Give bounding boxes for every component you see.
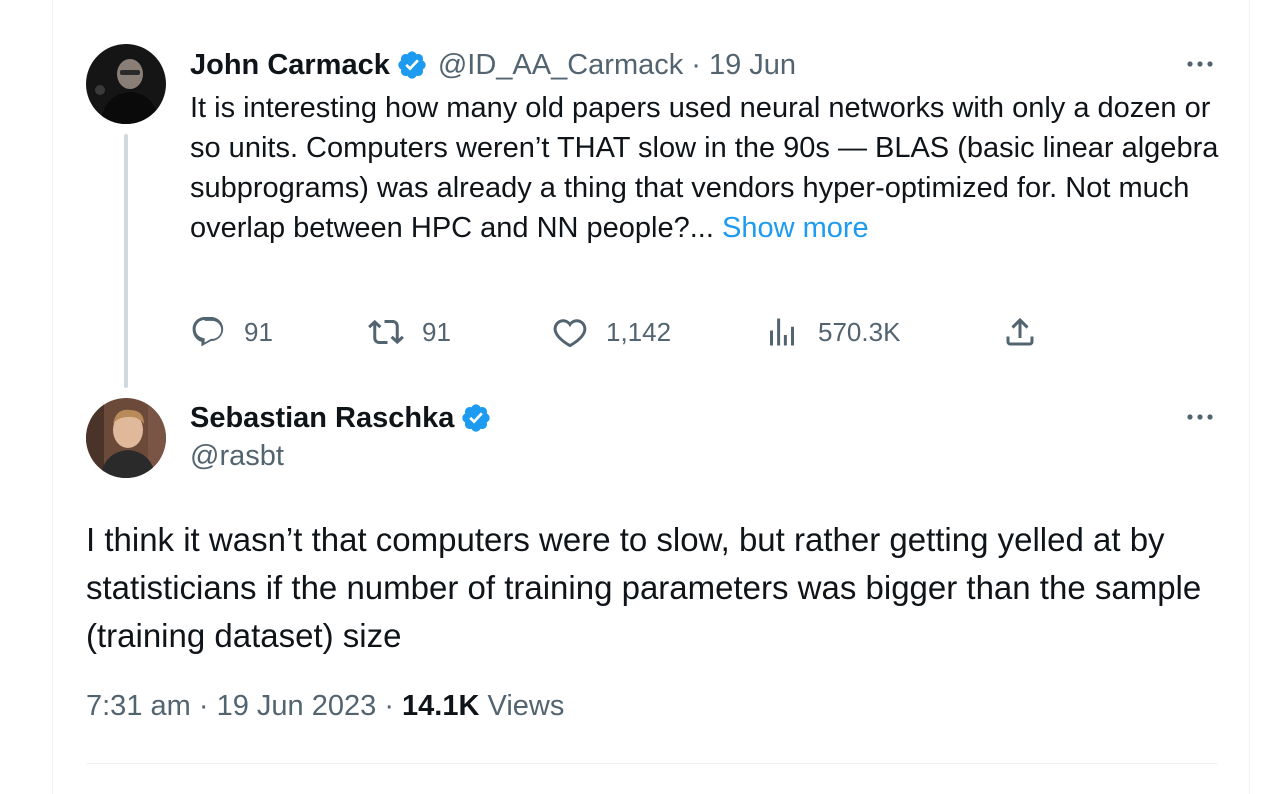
retweet-count: 91: [422, 316, 451, 347]
more-options-icon[interactable]: [1182, 52, 1218, 76]
meta-separator: ·: [691, 48, 701, 81]
reply-icon: [192, 317, 224, 347]
retweet-icon: [368, 319, 404, 345]
more-options-icon[interactable]: [1182, 405, 1218, 429]
author-handle[interactable]: @rasbt: [190, 440, 284, 473]
tweet-date[interactable]: 19 Jun 2023: [217, 690, 377, 722]
show-more-link[interactable]: Show more: [722, 212, 869, 244]
meta-separator: ·: [198, 690, 209, 722]
views-count: 570.3K: [818, 316, 901, 347]
original-tweet-text: It is interesting how many old papers us…: [190, 88, 1220, 248]
reply-tweet-header: Sebastian Raschka: [190, 398, 492, 438]
reply-count: 91: [244, 316, 273, 347]
tweet-timestamp-row: 7:31 am · 19 Jun 2023 · 14.1K Views: [86, 690, 564, 723]
verified-badge-icon: [398, 51, 426, 79]
original-tweet-header: John Carmack @ID_AA_Carmack · 19 Jun: [190, 45, 796, 85]
views-count: 14.1K: [402, 690, 480, 722]
carmack-avatar[interactable]: [86, 44, 166, 124]
author-name[interactable]: John Carmack: [190, 49, 390, 82]
like-count: 1,142: [606, 316, 672, 347]
raschka-avatar[interactable]: [86, 398, 166, 478]
views-label: Views: [487, 690, 565, 722]
section-divider: [86, 763, 1218, 764]
meta-separator: ·: [384, 690, 394, 722]
views-chart-icon: [770, 318, 794, 346]
tweet-body: It is interesting how many old papers us…: [190, 92, 1219, 244]
tweet-action-bar: 91 91 1,142 570.3K: [190, 312, 1050, 352]
author-handle[interactable]: @ID_AA_Carmack: [438, 49, 683, 82]
views-button[interactable]: 570.3K: [764, 312, 900, 352]
reply-tweet-text: I think it wasn’t that computers were to…: [86, 521, 1202, 654]
heart-icon: [553, 319, 587, 348]
tweet-date[interactable]: 19 Jun: [709, 49, 796, 82]
tweet-time[interactable]: 7:31 am: [86, 690, 191, 722]
share-button[interactable]: [1002, 312, 1038, 352]
reply-button[interactable]: 91: [190, 312, 273, 352]
timeline-left-border: [52, 0, 53, 794]
author-name[interactable]: Sebastian Raschka: [190, 402, 454, 435]
retweet-button[interactable]: 91: [368, 312, 451, 352]
thread-connector-line: [124, 134, 128, 388]
timeline-right-border: [1249, 0, 1250, 794]
share-icon: [1006, 317, 1034, 346]
verified-badge-icon: [462, 404, 491, 432]
like-button[interactable]: 1,142: [552, 312, 671, 352]
